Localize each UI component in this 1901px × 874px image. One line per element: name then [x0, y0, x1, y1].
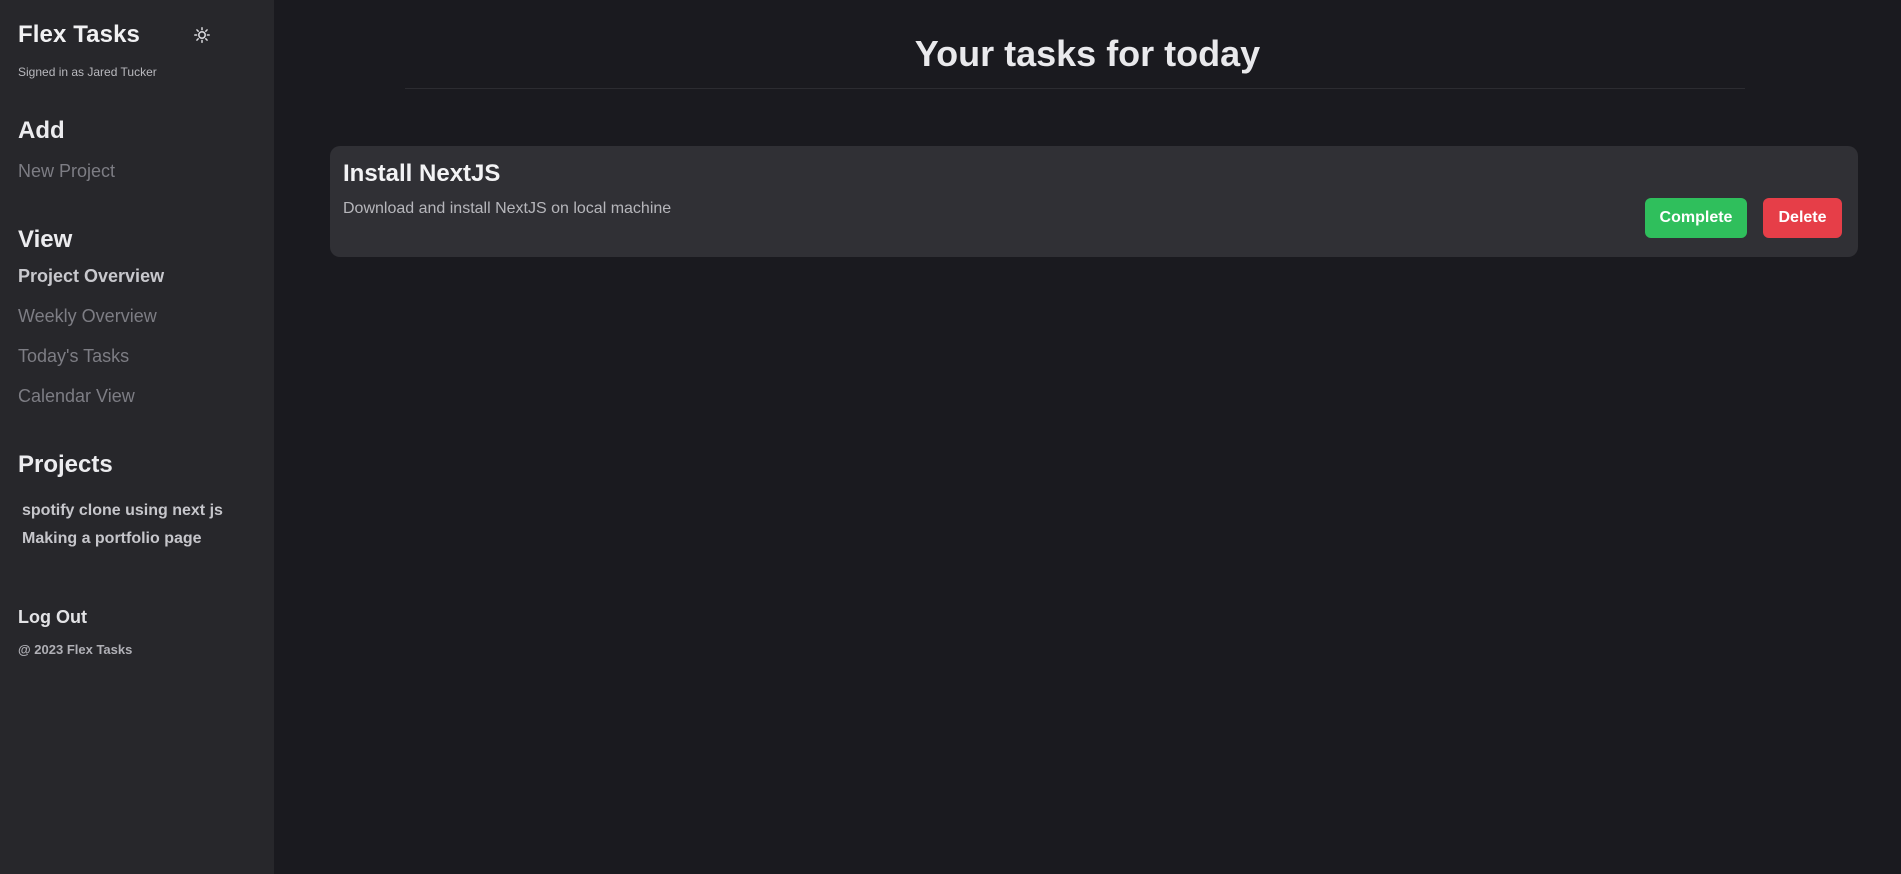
sidebar: Flex Tasks Signed in as Jared Tucker Add…	[0, 0, 274, 874]
signed-in-text: Signed in as Jared Tucker	[18, 65, 157, 79]
title-divider	[405, 88, 1745, 89]
nav-todays-tasks[interactable]: Today's Tasks	[18, 336, 256, 376]
app-title: Flex Tasks	[18, 21, 140, 48]
nav-project-overview[interactable]: Project Overview	[18, 256, 256, 296]
main-content: Your tasks for today Install NextJS Down…	[274, 0, 1901, 874]
complete-button[interactable]: Complete	[1645, 198, 1747, 238]
theme-toggle-button[interactable]	[190, 23, 214, 47]
brand-row: Flex Tasks	[18, 18, 214, 52]
task-title: Install NextJS	[343, 160, 501, 187]
project-item[interactable]: Making a portfolio page	[22, 525, 256, 553]
page-title: Your tasks for today	[914, 33, 1261, 74]
task-card: Install NextJS Download and install Next…	[330, 146, 1858, 257]
nav-weekly-overview[interactable]: Weekly Overview	[18, 296, 256, 336]
add-section: Add New Project	[18, 117, 256, 182]
delete-button[interactable]: Delete	[1763, 198, 1842, 238]
project-item[interactable]: spotify clone using next js	[22, 497, 256, 525]
nav-calendar-view[interactable]: Calendar View	[18, 376, 256, 416]
new-project-link[interactable]: New Project	[18, 161, 256, 182]
projects-section: Projects spotify clone using next js Mak…	[18, 451, 256, 553]
task-description: Download and install NextJS on local mac…	[343, 200, 672, 217]
sun-icon	[194, 27, 210, 43]
view-section: View Project Overview Weekly Overview To…	[18, 226, 256, 416]
copyright-text: @ 2023 Flex Tasks	[18, 642, 133, 657]
add-section-title: Add	[18, 117, 65, 144]
projects-section-title: Projects	[18, 451, 113, 478]
logout-button[interactable]: Log Out	[18, 607, 256, 628]
app-root: Flex Tasks Signed in as Jared Tucker Add…	[0, 0, 1901, 874]
view-section-title: View	[18, 226, 73, 253]
